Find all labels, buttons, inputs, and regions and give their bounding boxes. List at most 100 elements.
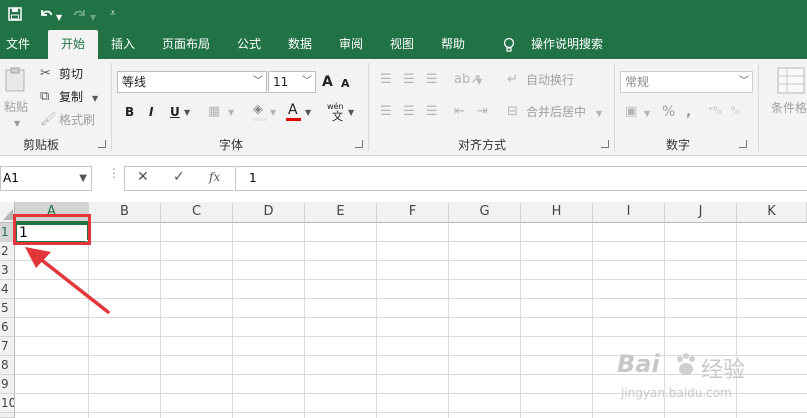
tab-page-layout[interactable]: 页面布局 [162, 30, 210, 59]
number-format-select[interactable]: 常规 ﹀ [620, 71, 753, 93]
increase-decimal-icon[interactable]: ⁺⁰₀ [708, 103, 721, 121]
fill-color-icon[interactable]: ◈ [253, 101, 263, 119]
copy-button[interactable]: 复制 [59, 88, 83, 106]
clipboard-group-label: 剪贴板 [23, 138, 60, 152]
paste-dropdown-icon[interactable]: ▼ [14, 115, 20, 133]
bold-button[interactable]: B [125, 103, 134, 121]
row-header-8[interactable]: 8 [0, 356, 15, 375]
enter-icon[interactable]: ✓ [173, 169, 185, 185]
alignment-launcher-icon[interactable] [601, 140, 609, 148]
cancel-icon[interactable]: ✕ [137, 169, 149, 185]
font-size-value: 11 [273, 75, 289, 89]
font-name-select[interactable]: 等线 ﹀ [117, 71, 267, 93]
accounting-dropdown-icon[interactable]: ▼ [644, 105, 650, 123]
undo-dropdown-icon[interactable]: ▼ [56, 8, 62, 28]
align-left-icon[interactable]: ☰ [380, 103, 392, 121]
conditional-formatting-button[interactable]: 条件格式 [771, 99, 807, 117]
column-header-b[interactable]: B [89, 202, 161, 223]
grid-line [15, 260, 807, 261]
cut-button[interactable]: 剪切 [59, 65, 83, 83]
font-color-button[interactable]: A [288, 101, 298, 119]
decrease-decimal-icon[interactable]: ⁰₀ [731, 103, 739, 121]
alignment-group-label: 对齐方式 [458, 138, 507, 152]
column-header-k[interactable]: K [737, 202, 807, 223]
phonetic-button[interactable]: 文 [332, 108, 343, 126]
column-header-g[interactable]: G [449, 202, 521, 223]
underline-button[interactable]: U [170, 103, 180, 121]
row-header-5[interactable]: 5 [0, 299, 15, 318]
fill-color-dropdown-icon[interactable]: ▼ [270, 104, 276, 122]
align-bottom-icon[interactable]: ☰ [426, 71, 438, 89]
border-icon[interactable]: ▦ [208, 103, 220, 121]
name-box[interactable]: A1 ▼ [0, 166, 92, 191]
align-middle-icon[interactable]: ☰ [403, 71, 415, 89]
column-header-j[interactable]: J [665, 202, 737, 223]
column-header-h[interactable]: H [521, 202, 593, 223]
cut-icon: ✂ [40, 66, 51, 81]
formula-input[interactable]: 1 [235, 166, 807, 191]
save-icon[interactable] [8, 7, 22, 21]
conditional-formatting-icon[interactable] [777, 67, 807, 95]
tab-file[interactable]: 文件 [6, 30, 30, 59]
customize-qat-icon[interactable]: ⩡ [110, 4, 116, 24]
column-header-d[interactable]: D [233, 202, 305, 223]
row-header-10[interactable]: 10 [0, 394, 15, 413]
lightbulb-icon[interactable] [503, 37, 515, 53]
grid-line [15, 336, 807, 337]
copy-dropdown-icon[interactable]: ▼ [92, 90, 98, 108]
underline-dropdown-icon[interactable]: ▼ [184, 104, 190, 122]
column-header-c[interactable]: C [161, 202, 233, 223]
insert-function-icon[interactable]: fx [209, 170, 220, 184]
orientation-dropdown-icon[interactable]: ▼ [476, 73, 482, 91]
paste-icon[interactable] [4, 67, 28, 93]
tab-formulas[interactable]: 公式 [237, 30, 261, 59]
font-color-dropdown-icon[interactable]: ▼ [305, 104, 311, 122]
tab-insert[interactable]: 插入 [111, 30, 135, 59]
accounting-format-icon[interactable]: ▣ [625, 103, 637, 121]
wrap-text-button[interactable]: 自动换行 [526, 71, 574, 89]
tab-home[interactable]: 开始 [48, 30, 98, 59]
percent-style-button[interactable]: % [662, 103, 675, 121]
formula-bar-grip-icon[interactable]: ⋮ [108, 167, 120, 179]
align-center-icon[interactable]: ☰ [403, 103, 415, 121]
clipboard-launcher-icon[interactable] [98, 140, 106, 148]
grid-line [160, 223, 161, 418]
grid-line [15, 279, 807, 280]
font-size-select[interactable]: 11 ﹀ [268, 71, 316, 93]
paste-button[interactable]: 粘贴 [4, 98, 28, 116]
column-header-f[interactable]: F [377, 202, 449, 223]
format-painter-button[interactable]: 格式刷 [59, 111, 95, 129]
row-header-4[interactable]: 4 [0, 280, 15, 299]
row-header-3[interactable]: 3 [0, 261, 15, 280]
select-all-triangle-icon [3, 209, 13, 220]
tell-me-search[interactable]: 操作说明搜索 [531, 30, 603, 59]
tab-review[interactable]: 审阅 [339, 30, 363, 59]
align-top-icon[interactable]: ☰ [380, 71, 392, 89]
increase-indent-icon[interactable]: ⇥ [477, 103, 488, 121]
ribbon-home: 粘贴 ▼ ✂ 剪切 ⧉ 复制 ▼ 🖌 格式刷 剪贴板 等线 ﹀ 11 ﹀ A A… [0, 59, 807, 156]
column-header-e[interactable]: E [305, 202, 377, 223]
tab-data[interactable]: 数据 [288, 30, 312, 59]
decrease-indent-icon[interactable]: ⇤ [454, 103, 465, 121]
merge-dropdown-icon[interactable]: ▼ [596, 105, 602, 123]
comma-style-button[interactable]: , [686, 103, 691, 121]
row-header-7[interactable]: 7 [0, 337, 15, 356]
number-launcher-icon[interactable] [739, 140, 747, 148]
align-right-icon[interactable]: ☰ [426, 103, 438, 121]
grid-line [15, 298, 807, 299]
merge-center-button[interactable]: 合并后居中 [526, 103, 586, 121]
shrink-font-button[interactable]: A [341, 75, 350, 93]
grow-font-button[interactable]: A [322, 73, 333, 91]
tab-help[interactable]: 帮助 [441, 30, 465, 59]
row-header-6[interactable]: 6 [0, 318, 15, 337]
font-launcher-icon[interactable] [355, 140, 363, 148]
row-header-11[interactable]: 11 [0, 413, 15, 418]
italic-button[interactable]: I [149, 103, 153, 121]
column-header-i[interactable]: I [593, 202, 665, 223]
tab-view[interactable]: 视图 [390, 30, 414, 59]
formula-buttons: ✕ ✓ fx [124, 166, 234, 191]
row-header-9[interactable]: 9 [0, 375, 15, 394]
undo-icon[interactable] [38, 6, 54, 22]
phonetic-dropdown-icon[interactable]: ▼ [348, 104, 354, 122]
border-dropdown-icon[interactable]: ▼ [228, 104, 234, 122]
